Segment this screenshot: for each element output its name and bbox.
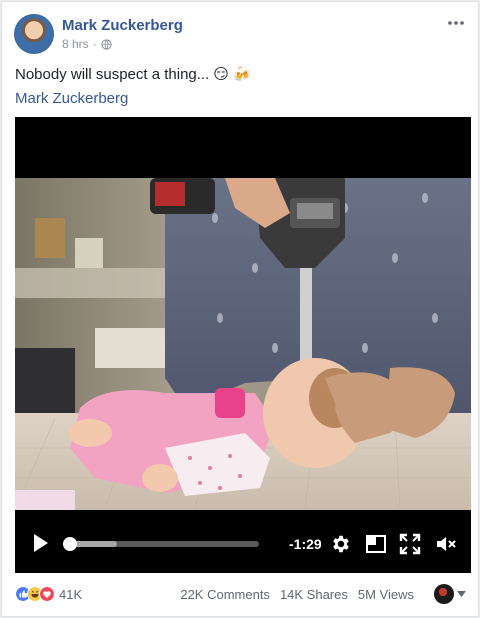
play-icon[interactable]: [32, 533, 50, 553]
post-footer: 41K 22K Comments 14K Shares 5M Views: [15, 580, 466, 610]
comments-count[interactable]: 22K Comments: [180, 587, 270, 602]
reaction-count[interactable]: 41K: [59, 587, 82, 602]
status-text-row: Nobody will suspect a thing... 😏 🍻: [15, 65, 252, 84]
progress-bar[interactable]: [63, 537, 259, 551]
engagement-stats: 22K Comments 14K Shares 5M Views: [180, 587, 414, 602]
mute-icon[interactable]: [435, 533, 457, 555]
post-as-selector[interactable]: [434, 584, 466, 604]
video-controls: -1:29: [15, 513, 471, 573]
video-frame[interactable]: [15, 178, 471, 510]
video-player[interactable]: -1:29: [15, 117, 471, 573]
caret-down-icon: [457, 591, 466, 597]
post-card: Mark Zuckerberg 8 hrs · Nobody will susp…: [1, 1, 479, 617]
gear-icon[interactable]: [330, 533, 352, 555]
globe-icon[interactable]: [101, 38, 112, 50]
status-text: Nobody will suspect a thing...: [15, 65, 210, 83]
shares-count[interactable]: 14K Shares: [280, 587, 348, 602]
more-options-icon[interactable]: [446, 16, 466, 30]
video-attribution-link[interactable]: Mark Zuckerberg: [15, 90, 128, 107]
post-meta: 8 hrs ·: [62, 37, 112, 51]
love-reaction-icon: [39, 586, 55, 602]
viewer-avatar: [434, 584, 454, 604]
time-remaining: -1:29: [289, 536, 322, 552]
reactions-summary[interactable]: 41K: [15, 586, 82, 602]
views-count[interactable]: 5M Views: [358, 587, 414, 602]
post-header: Mark Zuckerberg 8 hrs ·: [14, 14, 466, 58]
pip-icon[interactable]: [365, 533, 387, 555]
fullscreen-icon[interactable]: [399, 533, 421, 555]
beer-emoji: 🍻: [232, 66, 252, 83]
meta-separator: ·: [92, 37, 97, 51]
timestamp[interactable]: 8 hrs: [62, 37, 89, 51]
author-avatar[interactable]: [14, 14, 54, 54]
smirk-emoji: 😏: [213, 66, 229, 83]
author-name[interactable]: Mark Zuckerberg: [62, 17, 183, 34]
progress-handle[interactable]: [63, 537, 77, 551]
